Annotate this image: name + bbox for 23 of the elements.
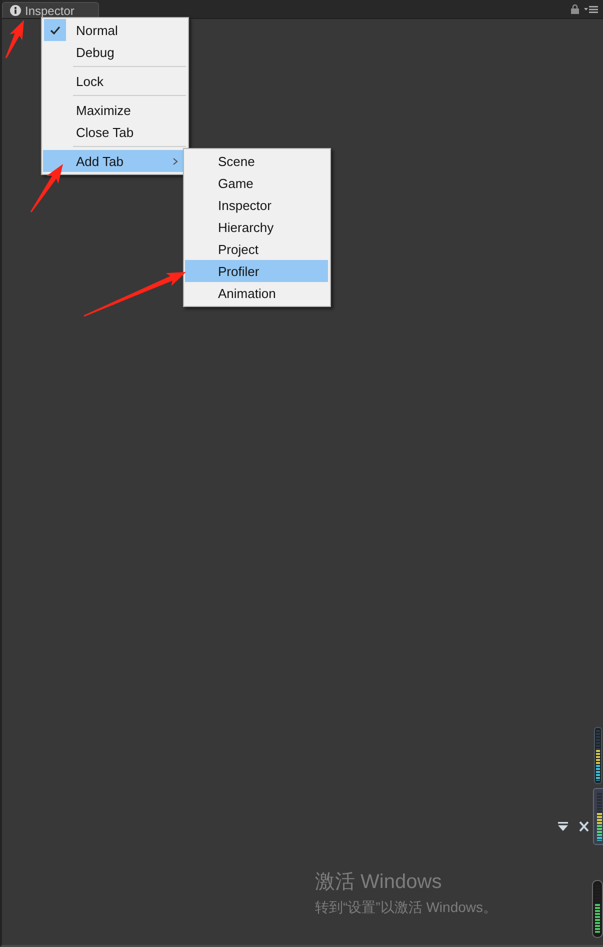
lock-icon[interactable] [571, 4, 579, 14]
pointer-arrow [30, 164, 63, 212]
activation-message: 转到“设置”以激活 Windows。 [315, 898, 498, 916]
menu-item[interactable]: Inspector [185, 194, 328, 216]
menu-item[interactable]: Lock [43, 70, 186, 92]
pointer-arrow [5, 20, 24, 58]
menu-item[interactable]: Add Tab [43, 150, 186, 172]
menu-item[interactable]: Animation [185, 282, 328, 304]
menu-item[interactable]: Close Tab [43, 121, 186, 143]
menu-item[interactable]: Game [185, 172, 328, 194]
editor-tab[interactable]: Inspector [2, 2, 99, 18]
menu-item[interactable]: Scene [185, 150, 328, 172]
menu-item[interactable]: Hierarchy [185, 216, 328, 238]
close-icon[interactable] [579, 821, 589, 832]
activation-title: 激活 Windows [315, 870, 443, 894]
menu-item[interactable]: Maximize [43, 99, 186, 121]
menu-item[interactable]: Project [185, 238, 328, 260]
dropdown-icon[interactable] [558, 822, 568, 831]
menu-item[interactable]: Debug [43, 41, 186, 63]
menu-item[interactable]: Profiler [185, 260, 328, 282]
info-icon [10, 5, 21, 16]
menu-icon[interactable] [584, 6, 598, 12]
menu-item[interactable]: Normal [43, 19, 186, 41]
